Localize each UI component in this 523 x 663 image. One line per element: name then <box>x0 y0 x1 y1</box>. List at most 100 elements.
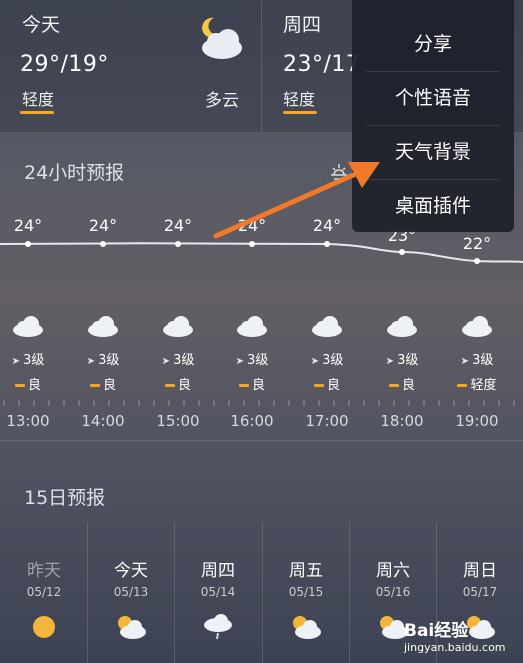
today-aqi: 轻度 <box>22 90 55 109</box>
wind-direction-icon: ➤ <box>161 356 174 367</box>
today-temp-range: 29°/19° <box>20 52 109 77</box>
air-quality-bar <box>164 384 175 387</box>
hour-temp: 24° <box>88 216 118 235</box>
day-date: 05/17 <box>462 585 498 599</box>
day-divider <box>349 522 350 663</box>
air-quality-bar <box>14 384 25 387</box>
hour-air-quality-label: 良 <box>27 378 41 393</box>
hour-wind: ➤ 3级 <box>447 349 507 368</box>
today-aqi-bar <box>20 111 54 114</box>
day-date: 05/14 <box>200 585 236 599</box>
hour-temp: 24° <box>163 216 193 235</box>
hour-wind: ➤ 3级 <box>222 349 282 368</box>
hour-time: 17:00 <box>305 412 349 430</box>
menu-item-share[interactable]: 分享 <box>352 17 514 71</box>
hour-temp-dot <box>25 241 31 247</box>
hour-wind-level: 3级 <box>98 353 120 368</box>
partly-cloudy-icon <box>293 616 321 639</box>
menu-item-voice[interactable]: 个性语音 <box>352 71 514 125</box>
hour-wind: ➤ 3级 <box>73 349 133 368</box>
hour-air-quality-label: 良 <box>177 378 191 393</box>
hour-wind: ➤ 3级 <box>148 349 208 368</box>
day-name: 周四 <box>201 561 235 581</box>
hour-wind-level: 3级 <box>173 353 195 368</box>
hour-wind-level: 3级 <box>472 353 494 368</box>
air-quality-bar <box>89 384 100 387</box>
annotation-arrow-icon <box>213 162 380 239</box>
air-quality-bar <box>238 384 249 387</box>
wind-direction-icon: ➤ <box>310 356 323 367</box>
hour-temp-dot <box>474 258 480 264</box>
hour-wind: ➤ 3级 <box>0 349 58 368</box>
hour-time: 15:00 <box>156 412 200 430</box>
cloud-icon <box>163 316 193 337</box>
day-divider <box>174 522 175 663</box>
cloud-icon <box>13 316 43 337</box>
watermark-url: jingyan.baidu.com <box>404 641 506 654</box>
day-name: 周六 <box>376 561 410 581</box>
day-name: 周日 <box>463 561 497 581</box>
day-name: 昨天 <box>27 561 61 581</box>
baidu-watermark: Bai经验 jingyan.baidu.com <box>404 616 506 654</box>
cloud-icon <box>462 316 492 337</box>
hour-wind-level: 3级 <box>322 353 344 368</box>
hour-temp-dot <box>100 241 106 247</box>
hour-temp-dot <box>399 249 405 255</box>
cloud-icon <box>88 316 118 337</box>
hour-air-quality-label: 良 <box>102 378 116 393</box>
hour-air-quality: 良 <box>73 374 133 393</box>
timeline-ticks <box>3 400 515 406</box>
day-name: 今天 <box>114 561 148 581</box>
hour-air-quality-label: 良 <box>401 378 415 393</box>
partly-cloudy-icon <box>202 17 242 59</box>
hour-temp: 22° <box>462 234 492 253</box>
hour-air-quality-label: 良 <box>251 378 265 393</box>
hour-time: 13:00 <box>6 412 50 430</box>
hour-air-quality-label: 轻度 <box>470 378 497 393</box>
wind-direction-icon: ➤ <box>460 356 473 367</box>
hour-time: 14:00 <box>81 412 125 430</box>
thursday-aqi: 轻度 <box>283 90 316 109</box>
day-date: 05/16 <box>375 585 411 599</box>
hour-air-quality: 良 <box>222 374 282 393</box>
daily-forecast-title: 15日预报 <box>24 487 106 509</box>
day-date: 05/15 <box>288 585 324 599</box>
wind-direction-icon: ➤ <box>235 356 248 367</box>
air-quality-bar <box>457 384 468 387</box>
air-quality-bar <box>388 384 399 387</box>
day-divider <box>262 522 263 663</box>
hour-air-quality-label: 良 <box>326 378 340 393</box>
cloud-icon <box>237 316 267 337</box>
wind-direction-icon: ➤ <box>11 356 24 367</box>
partly-cloudy-icon <box>118 616 146 639</box>
thursday-aqi-bar <box>283 111 317 114</box>
sunny-icon <box>33 616 55 638</box>
hour-wind-level: 3级 <box>23 353 45 368</box>
rain-icon <box>204 614 232 640</box>
thursday-label: 周四 <box>283 14 322 36</box>
today-label: 今天 <box>22 14 61 36</box>
day-date: 05/13 <box>113 585 149 599</box>
hour-wind-level: 3级 <box>397 353 419 368</box>
air-quality-bar <box>313 384 324 387</box>
cloud-icon <box>312 316 342 337</box>
hour-wind: ➤ 3级 <box>372 349 432 368</box>
day-name: 周五 <box>289 561 323 581</box>
today-condition: 多云 <box>205 91 239 111</box>
day-date: 05/12 <box>26 585 62 599</box>
hour-time: 16:00 <box>230 412 274 430</box>
section-divider <box>0 440 523 441</box>
hour-temp-dot <box>175 241 181 247</box>
hour-air-quality: 轻度 <box>447 374 507 393</box>
hour-air-quality: 良 <box>0 374 58 393</box>
hour-air-quality: 良 <box>372 374 432 393</box>
hour-temp: 24° <box>13 216 43 235</box>
wind-direction-icon: ➤ <box>86 356 99 367</box>
cloud-icon <box>387 316 417 337</box>
thursday-temp-range: 23°/17 <box>283 52 361 77</box>
hour-wind: ➤ 3级 <box>297 349 357 368</box>
hour-time: 18:00 <box>380 412 424 430</box>
hourly-forecast-title: 24小时预报 <box>24 162 125 184</box>
hour-time: 19:00 <box>455 412 499 430</box>
card-divider <box>261 0 262 132</box>
